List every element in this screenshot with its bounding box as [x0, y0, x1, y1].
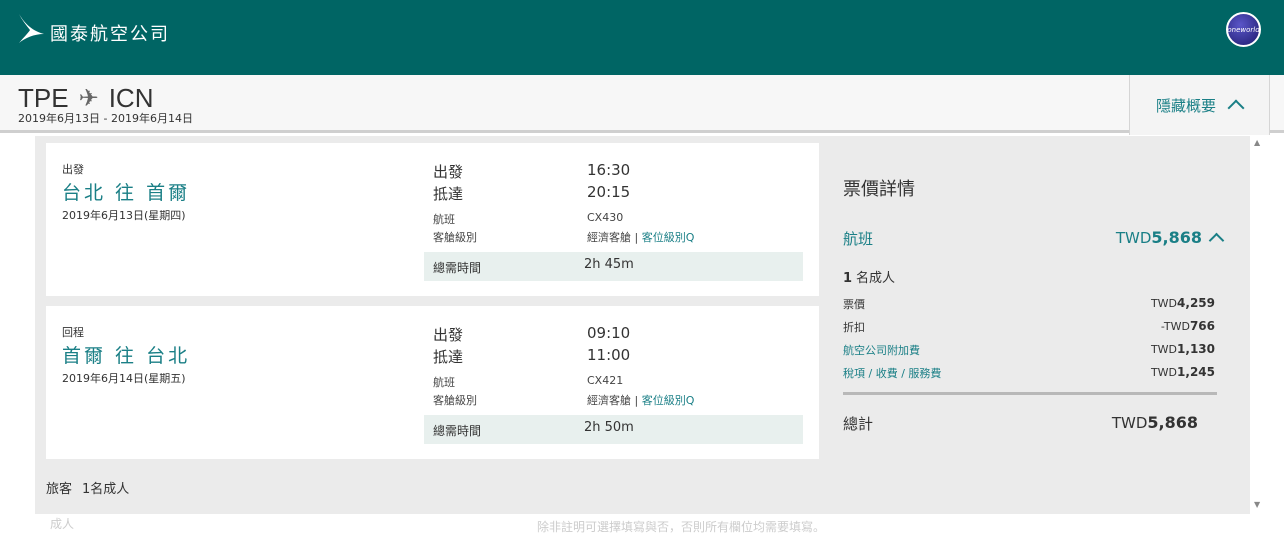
passenger-summary: 旅客 1名成人: [46, 478, 129, 497]
depart-label: 出發: [433, 163, 464, 181]
fare-passenger-count: 1 名成人: [843, 267, 895, 286]
fare-details-title: 票價詳情: [843, 179, 915, 200]
trip-dates: 2019年6月13日 - 2019年6月14日: [18, 112, 193, 125]
cabin-class: 經濟客艙 |: [587, 394, 642, 407]
trip-summary-bar: TPE ✈ ICN 2019年6月13日 - 2019年6月14日: [0, 75, 1284, 133]
currency: -TWD: [1160, 320, 1190, 333]
fare-flight-currency: TWD: [1115, 228, 1152, 247]
depart-label: 出發: [433, 326, 464, 344]
flight-label: 航班: [433, 376, 455, 389]
fare-line-amount: TWD1,130: [1151, 342, 1215, 356]
leg-date: 2019年6月13日(星期四): [62, 209, 186, 222]
fare-line-label: 折扣: [843, 321, 865, 334]
cabin-value: 經濟客艙 | 客位級別Q: [587, 392, 694, 408]
leg-type: 出發: [62, 163, 84, 176]
total-label: 總計: [843, 415, 874, 433]
cathay-logo[interactable]: 國泰航空公司: [16, 10, 170, 46]
currency: TWD: [1150, 343, 1178, 356]
cabin-label: 客艙級別: [433, 394, 477, 407]
total-currency: TWD: [1111, 414, 1148, 432]
depart-time: 16:30: [587, 161, 631, 179]
duration-label: 總需時間: [433, 424, 482, 438]
leg-route: 首爾 往 台北: [62, 345, 191, 367]
total-amount: TWD5,868: [1112, 413, 1198, 432]
currency: TWD: [1150, 366, 1178, 379]
leg-type: 回程: [62, 326, 84, 339]
cabin-value: 經濟客艙 | 客位級別Q: [587, 229, 694, 245]
duration-value: 2h 45m: [584, 257, 634, 272]
arrive-label: 抵達: [433, 348, 464, 366]
duration-bar: 總需時間 2h 50m: [424, 415, 803, 444]
duration-value: 2h 50m: [584, 420, 634, 435]
taxes-fees-link[interactable]: 稅項 / 收費 / 服務費: [843, 365, 941, 381]
fare-line-amount: TWD1,245: [1151, 365, 1215, 379]
adult-section-label: 成人: [50, 517, 75, 531]
carrier-surcharge-link[interactable]: 航空公司附加費: [843, 342, 920, 358]
duration-label: 總需時間: [433, 261, 482, 275]
oneworld-badge: oneworld: [1226, 12, 1261, 47]
fare-line-amount: TWD4,259: [1151, 296, 1215, 310]
fare-flight-value: 5,868: [1151, 228, 1202, 247]
fare-flight-amount[interactable]: TWD 5,868: [1115, 228, 1225, 249]
adult-count: 1: [843, 271, 853, 286]
leg-route: 台北 往 首爾: [62, 182, 191, 204]
outbound-flight-card: 出發 台北 往 首爾 2019年6月13日(星期四) 出發 16:30 抵達 2…: [46, 143, 819, 296]
arrive-time: 11:00: [587, 346, 631, 364]
fare-class-link[interactable]: 客位級別Q: [642, 231, 695, 244]
amount: 4,259: [1177, 296, 1215, 310]
arrive-label: 抵達: [433, 185, 464, 203]
duration-bar: 總需時間 2h 45m: [424, 252, 803, 281]
amount: 766: [1189, 319, 1215, 333]
site-header: 國泰航空公司 oneworld: [0, 0, 1284, 75]
brand-name: 國泰航空公司: [50, 24, 170, 45]
leg-date: 2019年6月14日(星期五): [62, 372, 186, 385]
amount: 1,130: [1177, 342, 1215, 356]
cabin-label: 客艙級別: [433, 231, 477, 244]
chevron-up-icon: [1227, 99, 1245, 117]
plane-icon: ✈: [78, 85, 99, 112]
brushwing-icon: [19, 14, 44, 43]
total-value: 5,868: [1147, 413, 1198, 432]
passenger-count: 1名成人: [82, 482, 130, 497]
scroll-up-arrow-icon[interactable]: ▲: [1254, 138, 1260, 147]
flight-number: CX421: [587, 374, 624, 387]
scroll-down-arrow-icon[interactable]: ▼: [1254, 500, 1260, 509]
arrive-time: 20:15: [587, 183, 631, 201]
adult-label: 名成人: [856, 271, 896, 286]
depart-time: 09:10: [587, 324, 631, 342]
cabin-class: 經濟客艙 |: [587, 231, 642, 244]
fare-divider: [843, 392, 1217, 395]
amount: 1,245: [1177, 365, 1215, 379]
passenger-label: 旅客: [46, 482, 73, 497]
hide-summary-label: 隱藏概要: [1156, 96, 1217, 115]
fare-flight-label[interactable]: 航班: [843, 228, 873, 249]
flight-number: CX430: [587, 211, 624, 224]
fare-class-link[interactable]: 客位級別Q: [642, 394, 695, 407]
required-fields-note: 除非註明可選擇填寫與否，否則所有欄位均需要填寫。: [537, 520, 826, 534]
return-flight-card: 回程 首爾 往 台北 2019年6月14日(星期五) 出發 09:10 抵達 1…: [46, 306, 819, 459]
chevron-up-icon: [1208, 232, 1225, 249]
fare-line-label: 票價: [843, 298, 865, 311]
flight-label: 航班: [433, 213, 455, 226]
fare-line-amount: -TWD766: [1161, 319, 1215, 333]
currency: TWD: [1150, 297, 1178, 310]
hide-summary-button[interactable]: 隱藏概要: [1129, 75, 1270, 135]
